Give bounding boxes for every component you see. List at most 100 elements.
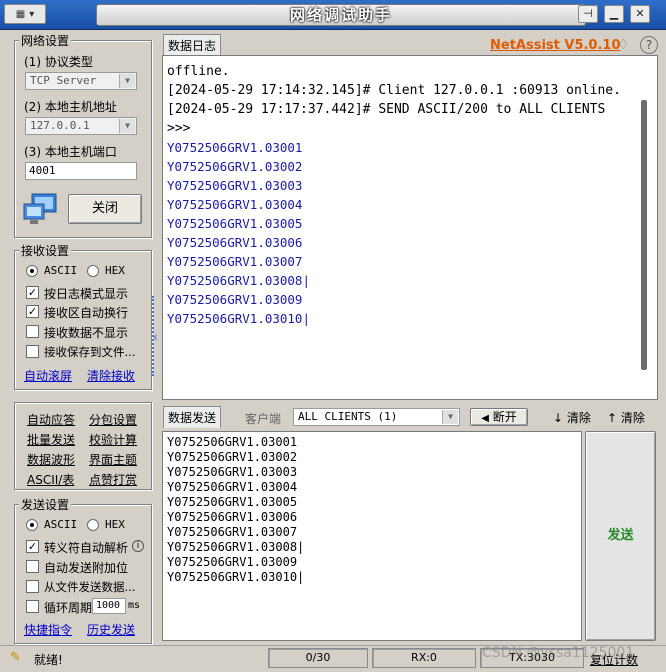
- pin-button[interactable]: ⊣: [578, 5, 598, 23]
- minimize-button[interactable]: ▁: [604, 5, 624, 23]
- receive-hex-label: HEX: [105, 264, 125, 277]
- shortcut-commands-link[interactable]: 快捷指令: [24, 621, 72, 638]
- received-data-line: Y0752506GRV1.03010|: [167, 311, 310, 326]
- save-file-checkbox[interactable]: [26, 345, 39, 358]
- send-hex-label: HEX: [105, 518, 125, 531]
- tool-donate[interactable]: 点赞打赏: [89, 471, 137, 488]
- received-data-line: Y0752506GRV1.03009: [167, 292, 303, 307]
- minimize-icon: ▁: [609, 7, 619, 20]
- send-ascii-radio[interactable]: [26, 519, 38, 531]
- status-ready: 就绪!: [34, 653, 63, 667]
- status-rx: RX:0: [372, 648, 476, 668]
- tab-data-log[interactable]: 数据日志: [163, 34, 222, 56]
- received-data-line: Y0752506GRV1.03003: [167, 178, 303, 193]
- log-scrollbar[interactable]: [641, 100, 647, 370]
- port-input[interactable]: 4001: [25, 162, 137, 180]
- app-icon: ▦: [15, 8, 26, 20]
- receive-log-area[interactable]: offline. [2024-05-29 17:14:32.145]# Clie…: [162, 55, 658, 400]
- loop-send-checkbox[interactable]: [26, 600, 39, 613]
- tool-waveform[interactable]: 数据波形: [27, 451, 75, 468]
- help-icon[interactable]: ?: [640, 36, 658, 54]
- send-line: Y0752506GRV1.03003: [167, 465, 298, 479]
- autoscroll-link[interactable]: 自动滚屏: [24, 367, 72, 384]
- host-select[interactable]: 127.0.0.1 ▼: [25, 117, 137, 135]
- tool-theme[interactable]: 界面主题: [89, 451, 137, 468]
- status-icon: ✎: [10, 650, 21, 665]
- tool-batch-send[interactable]: 批量发送: [27, 431, 75, 448]
- arrow-up-icon: ↑: [607, 411, 618, 425]
- diamond-icon[interactable]: ♢: [617, 37, 635, 53]
- protocol-label: (1) 协议类型: [24, 55, 93, 69]
- clear-receive-label: 清除: [566, 411, 591, 425]
- send-ascii-label: ASCII: [44, 518, 78, 531]
- received-data-line: Y0752506GRV1.03008|: [167, 273, 310, 288]
- clear-send-button[interactable]: ↑ 清除: [607, 409, 645, 426]
- clear-receive-button[interactable]: ↓ 清除: [553, 409, 591, 426]
- disconnect-label: 断开: [492, 410, 517, 424]
- append-bits-checkbox[interactable]: [26, 560, 39, 573]
- escape-parse-label: 转义符自动解析: [44, 541, 129, 555]
- send-line: Y0752506GRV1.03006: [167, 510, 298, 524]
- tool-packet-settings[interactable]: 分包设置: [89, 411, 137, 428]
- send-from-file-checkbox[interactable]: [26, 580, 39, 593]
- loop-unit-label: ms: [128, 600, 141, 611]
- send-line: Y0752506GRV1.03005: [167, 495, 298, 509]
- tool-auto-reply[interactable]: 自动应答: [27, 411, 75, 428]
- close-connection-button[interactable]: 关闭: [68, 194, 142, 224]
- tool-checksum[interactable]: 校验计算: [89, 431, 137, 448]
- network-settings-title: 网络设置: [19, 32, 72, 49]
- log-line: offline.: [167, 64, 230, 79]
- close-window-button[interactable]: ✕: [630, 5, 650, 23]
- tool-ascii-table[interactable]: ASCII/表: [27, 471, 74, 488]
- clear-receive-link[interactable]: 清除接收: [87, 367, 135, 384]
- port-label: (3) 本地主机端口: [24, 145, 117, 159]
- log-mode-checkbox[interactable]: ✓: [26, 286, 39, 299]
- escape-parse-checkbox[interactable]: ✓: [26, 540, 39, 553]
- client-value: ALL CLIENTS (1): [298, 410, 398, 423]
- send-line: Y0752506GRV1.03008|: [167, 540, 305, 554]
- no-display-label: 接收数据不显示: [44, 326, 129, 340]
- collapse-left-icon[interactable]: ‹: [153, 330, 158, 344]
- host-label: (2) 本地主机地址: [24, 100, 117, 114]
- send-text-area[interactable]: Y0752506GRV1.03001 Y0752506GRV1.03002 Y0…: [162, 431, 582, 641]
- receive-ascii-radio[interactable]: [26, 265, 38, 277]
- loop-interval-input[interactable]: 1000: [92, 598, 126, 614]
- received-data-line: Y0752506GRV1.03001: [167, 140, 303, 155]
- clear-send-label: 清除: [620, 411, 645, 425]
- send-line: Y0752506GRV1.03004: [167, 480, 298, 494]
- send-history-link[interactable]: 历史发送: [87, 621, 135, 638]
- received-data-line: Y0752506GRV1.03002: [167, 159, 303, 174]
- send-line: Y0752506GRV1.03002: [167, 450, 298, 464]
- host-value: 127.0.0.1: [30, 119, 90, 132]
- protocol-select[interactable]: TCP Server ▼: [25, 72, 137, 90]
- arrow-down-icon: ↓: [553, 411, 564, 425]
- pin-icon: ⊣: [583, 7, 593, 20]
- brand-link[interactable]: NetAssist V5.0.10: [490, 38, 621, 53]
- send-hex-radio[interactable]: [87, 519, 99, 531]
- client-select[interactable]: ALL CLIENTS (1) ▼: [293, 408, 460, 426]
- info-icon[interactable]: i: [132, 540, 144, 552]
- send-from-file-label: 从文件发送数据...: [44, 580, 136, 594]
- tab-data-send[interactable]: 数据发送: [163, 406, 222, 428]
- auto-wrap-checkbox[interactable]: ✓: [26, 305, 39, 318]
- received-data-line: Y0752506GRV1.03005: [167, 216, 303, 231]
- chevron-down-icon: ▾: [29, 8, 35, 20]
- disconnect-button[interactable]: ◀ 断开: [470, 408, 528, 426]
- receive-settings-title: 接收设置: [19, 242, 72, 259]
- system-menu-button[interactable]: ▦ ▾: [4, 4, 46, 24]
- received-data-line: Y0752506GRV1.03006: [167, 235, 303, 250]
- chevron-down-icon: ▼: [119, 74, 135, 88]
- send-line: Y0752506GRV1.03007: [167, 525, 298, 539]
- send-button[interactable]: 发送: [585, 431, 656, 641]
- save-file-label: 接收保存到文件...: [44, 345, 136, 359]
- send-line: Y0752506GRV1.03010|: [167, 570, 305, 584]
- no-display-checkbox[interactable]: [26, 325, 39, 338]
- send-line: Y0752506GRV1.03009: [167, 555, 298, 569]
- chevron-down-icon: ▼: [119, 119, 135, 133]
- receive-ascii-label: ASCII: [44, 264, 78, 277]
- loop-send-label: 循环周期: [44, 601, 93, 615]
- append-bits-label: 自动发送附加位: [44, 561, 129, 575]
- receive-hex-radio[interactable]: [87, 265, 99, 277]
- arrow-left-icon: ◀: [481, 413, 489, 424]
- auto-wrap-label: 接收区自动换行: [44, 306, 129, 320]
